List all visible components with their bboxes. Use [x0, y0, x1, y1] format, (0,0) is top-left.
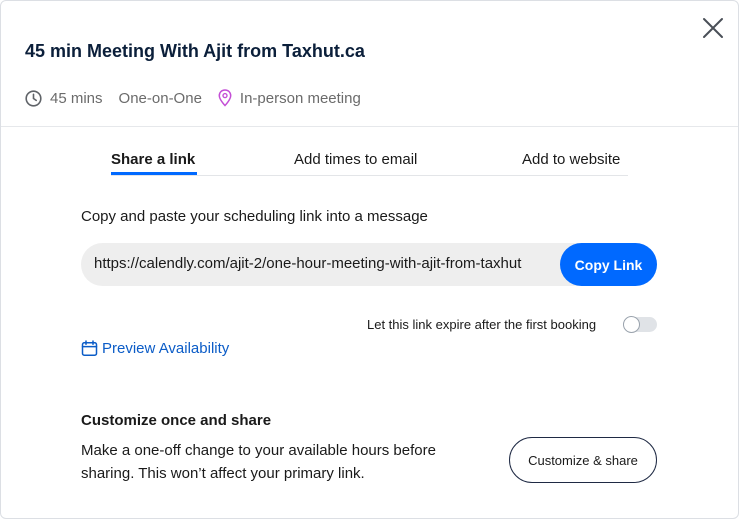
preview-availability-label[interactable]: Preview Availability: [102, 340, 229, 357]
meeting-type-text: One-on-One: [118, 89, 202, 107]
toggle-knob: [623, 316, 640, 333]
customize-title: Customize once and share: [81, 412, 272, 429]
close-icon[interactable]: [701, 16, 725, 40]
clock-icon: [25, 89, 42, 107]
scheduling-link-text[interactable]: https://calendly.com/ajit-2/one-hour-mee…: [94, 255, 521, 272]
expire-toggle[interactable]: [623, 316, 657, 333]
customize-description: Make a one-off change to your available …: [81, 442, 436, 482]
dialog-title: 45 min Meeting With Ajit from Taxhut.ca: [25, 41, 365, 61]
location-text: In-person meeting: [239, 89, 361, 107]
share-instruction: Copy and paste your scheduling link into…: [81, 208, 428, 225]
event-meta: 45 mins One-on-One In-person meeting: [25, 88, 361, 108]
location-pin-icon: [218, 89, 232, 107]
copy-link-button[interactable]: Copy Link: [560, 243, 657, 286]
active-tab-indicator: [111, 172, 197, 175]
share-tabs: Share a link Add times to email Add to w…: [111, 151, 628, 176]
customize-share-button[interactable]: Customize & share: [509, 437, 657, 483]
share-dialog: 45 min Meeting With Ajit from Taxhut.ca …: [0, 0, 739, 519]
tab-share-a-link[interactable]: Share a link: [111, 151, 195, 168]
calendar-icon: [81, 340, 98, 357]
divider: [1, 126, 738, 127]
expire-toggle-label: Let this link expire after the first boo…: [367, 317, 597, 332]
duration-text: 45 mins: [50, 89, 103, 107]
tab-add-times-to-email[interactable]: Add times to email: [294, 151, 417, 168]
tab-add-to-website[interactable]: Add to website: [522, 151, 620, 168]
preview-availability-link[interactable]: Preview Availability: [81, 340, 229, 357]
